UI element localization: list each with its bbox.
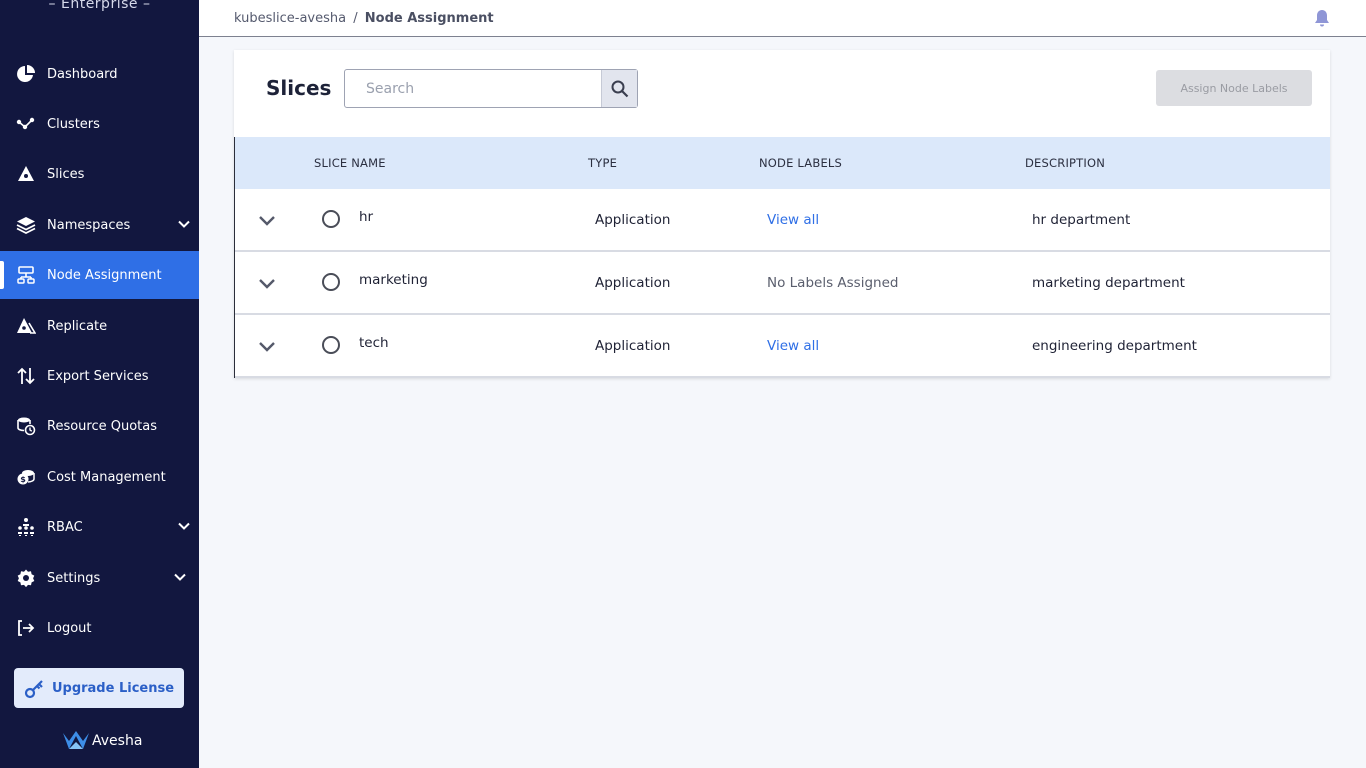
sidebar-item-cost-management[interactable]: $ Cost Management	[0, 453, 199, 501]
sidebar-item-settings[interactable]: Settings	[0, 554, 199, 602]
sidebar-item-dashboard[interactable]: Dashboard	[0, 50, 199, 98]
sidebar-item-resource-quotas[interactable]: Resource Quotas	[0, 402, 199, 450]
sidebar-item-logout[interactable]: Logout	[0, 604, 199, 652]
sidebar-item-label: Export Services	[47, 368, 149, 384]
search-box	[344, 69, 638, 108]
column-header-slice-name: SLICE NAME	[314, 156, 386, 170]
assign-node-labels-button[interactable]: Assign Node Labels	[1156, 70, 1312, 106]
sidebar-item-namespaces[interactable]: Namespaces	[0, 201, 199, 249]
bell-icon[interactable]	[1312, 8, 1332, 28]
replicate-icon	[16, 316, 36, 336]
arrows-up-down-icon	[16, 366, 36, 386]
table-header: SLICE NAME TYPE NODE LABELS DESCRIPTION	[234, 137, 1330, 189]
sidebar: – Enterprise – Dashboard Clusters Slices…	[0, 0, 199, 768]
table-body: hr Application View all hr department ma…	[234, 189, 1330, 378]
logo-text: Avesha	[92, 733, 143, 749]
key-icon	[24, 680, 43, 699]
no-labels-text: No Labels Assigned	[767, 275, 899, 291]
slice-description: hr department	[1032, 212, 1131, 228]
slice-name: marketing	[359, 272, 428, 288]
sidebar-item-label: Slices	[47, 166, 85, 182]
breadcrumb-separator: /	[353, 11, 358, 26]
column-header-node-labels: NODE LABELS	[759, 156, 843, 170]
slice-type: Application	[595, 212, 671, 228]
sidebar-item-label: Dashboard	[47, 66, 118, 82]
slice-type: Application	[595, 338, 671, 354]
slices-icon	[16, 164, 36, 184]
row-radio[interactable]	[322, 210, 340, 228]
chevron-down-icon[interactable]	[257, 211, 277, 231]
upgrade-license-button[interactable]: Upgrade License	[14, 668, 184, 708]
search-icon	[611, 80, 628, 97]
search-button[interactable]	[601, 70, 637, 107]
svg-text:$: $	[20, 475, 26, 484]
row-radio[interactable]	[322, 273, 340, 291]
breadcrumb-root[interactable]: kubeslice-avesha	[234, 11, 346, 26]
column-header-type: TYPE	[588, 156, 618, 170]
sidebar-item-slices[interactable]: Slices	[0, 150, 199, 198]
rbac-people-icon	[16, 517, 36, 537]
sidebar-item-node-assignment[interactable]: Node Assignment	[0, 251, 199, 299]
sidebar-item-clusters[interactable]: Clusters	[0, 100, 199, 148]
sidebar-item-label: Replicate	[47, 318, 108, 334]
sidebar-item-label: Namespaces	[47, 217, 131, 233]
slice-description: marketing department	[1032, 275, 1185, 291]
table-row[interactable]: marketing Application No Labels Assigned…	[235, 252, 1330, 315]
slice-name: tech	[359, 335, 389, 351]
chevron-down-icon[interactable]	[257, 274, 277, 294]
sidebar-item-replicate[interactable]: Replicate	[0, 302, 199, 350]
node-assignment-icon	[16, 265, 36, 285]
pie-chart-icon	[16, 64, 36, 84]
sidebar-item-label: Settings	[47, 570, 101, 586]
resource-quota-icon	[16, 416, 36, 436]
search-input[interactable]	[345, 70, 601, 107]
breadcrumb-current: Node Assignment	[364, 11, 494, 26]
chevron-down-icon[interactable]	[257, 337, 277, 357]
sidebar-item-label: Clusters	[47, 116, 100, 132]
layers-icon	[16, 215, 36, 235]
chevron-down-icon[interactable]	[177, 217, 191, 231]
column-header-description: DESCRIPTION	[1025, 156, 1106, 170]
page-title: Slices	[266, 76, 332, 100]
chevron-down-icon[interactable]	[177, 519, 191, 533]
sidebar-item-label: Node Assignment	[47, 267, 162, 283]
gear-icon	[16, 568, 36, 588]
sidebar-item-label: Resource Quotas	[47, 418, 158, 434]
upgrade-license-label: Upgrade License	[51, 680, 175, 696]
row-radio[interactable]	[322, 336, 340, 354]
slice-type: Application	[595, 275, 671, 291]
table-row[interactable]: tech Application View all engineering de…	[235, 315, 1330, 378]
view-all-link[interactable]: View all	[767, 338, 819, 354]
logout-icon	[16, 618, 36, 638]
sidebar-item-rbac[interactable]: RBAC	[0, 503, 199, 551]
avesha-logo: Avesha	[62, 730, 142, 752]
sidebar-item-label: Cost Management	[47, 469, 166, 485]
slices-card: Slices Assign Node Labels SLICE NAME TYP…	[234, 50, 1330, 378]
table-row[interactable]: hr Application View all hr department	[235, 189, 1330, 252]
top-header: kubeslice-avesha / Node Assignment	[199, 0, 1366, 37]
cost-coins-icon: $	[16, 467, 36, 487]
slice-description: engineering department	[1032, 338, 1197, 354]
sidebar-item-export-services[interactable]: Export Services	[0, 352, 199, 400]
breadcrumb: kubeslice-avesha / Node Assignment	[234, 11, 494, 26]
sidebar-item-label: RBAC	[47, 519, 83, 535]
avesha-crown-icon	[63, 731, 89, 749]
sidebar-item-label: Logout	[47, 620, 92, 636]
cluster-icon	[16, 114, 36, 134]
brand-subtitle: – Enterprise –	[48, 0, 151, 12]
view-all-link[interactable]: View all	[767, 212, 819, 228]
chevron-down-icon[interactable]	[173, 570, 187, 584]
slice-name: hr	[359, 209, 374, 225]
